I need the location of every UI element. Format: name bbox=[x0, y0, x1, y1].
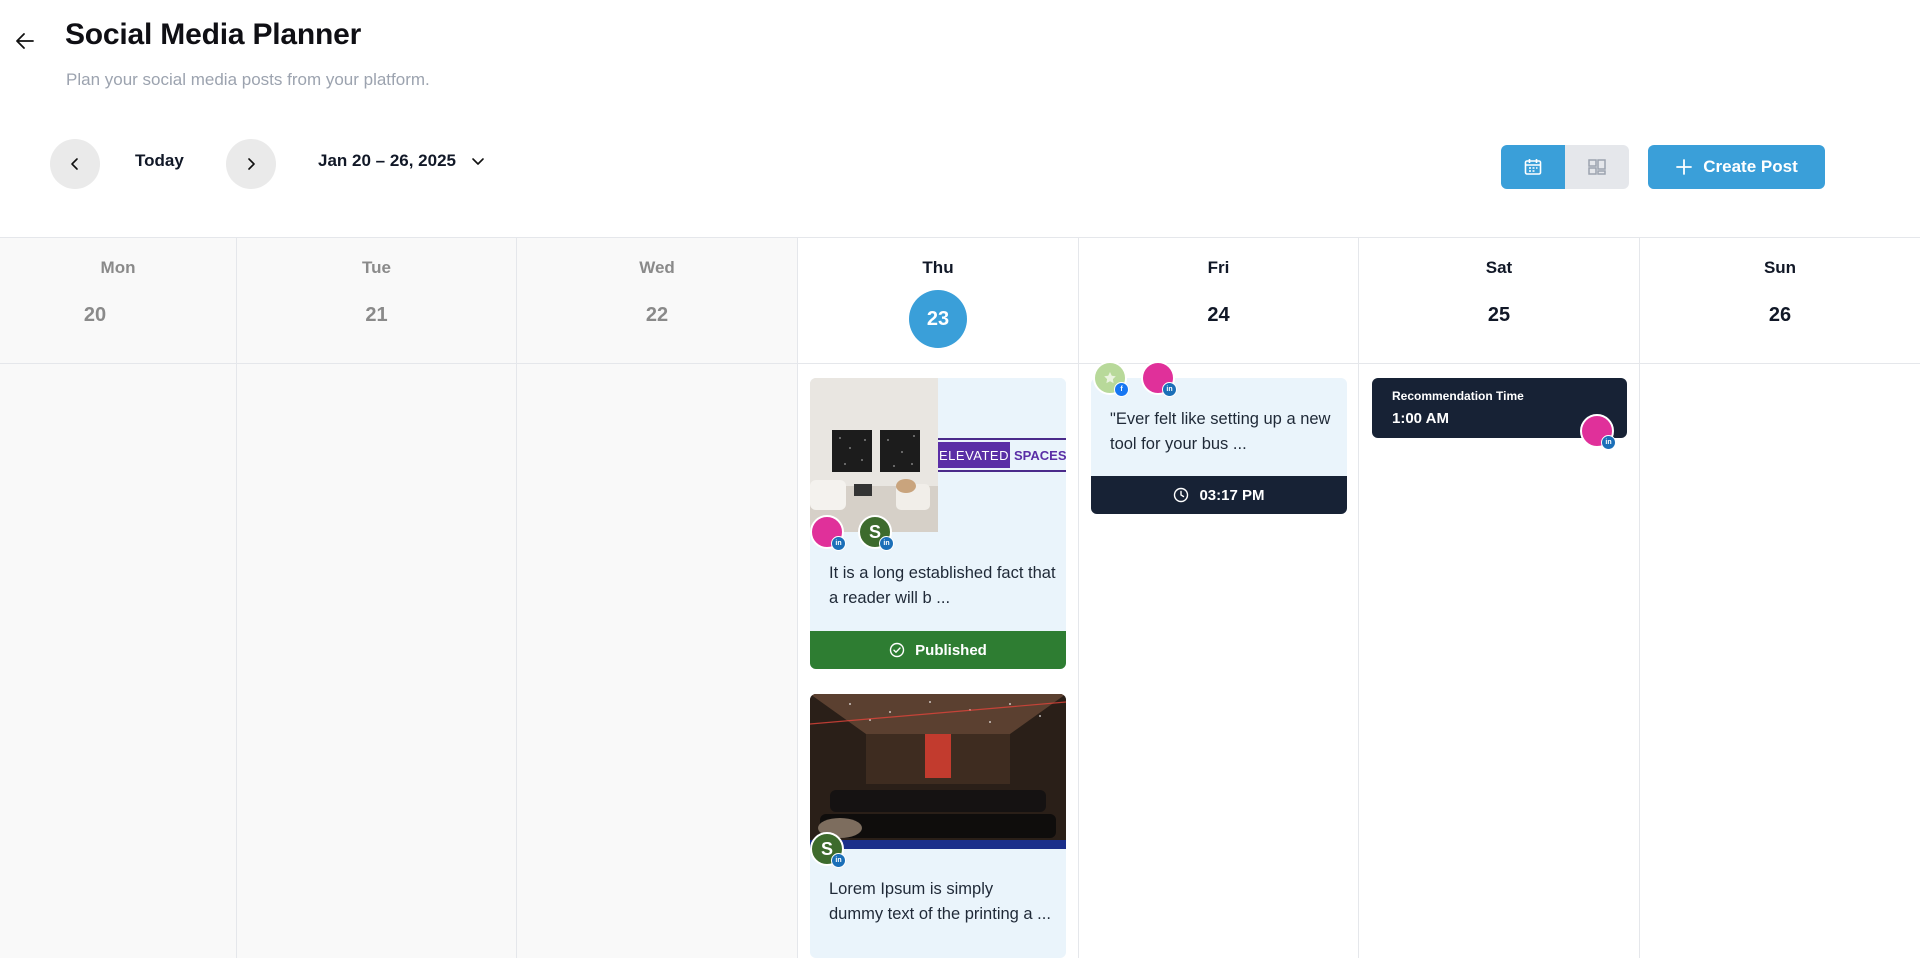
day-name: Tue bbox=[362, 258, 391, 277]
day-number: 20 bbox=[83, 304, 107, 326]
page-title: Social Media Planner bbox=[65, 18, 362, 51]
day-number: 24 bbox=[1207, 304, 1230, 326]
calendar-icon bbox=[1524, 159, 1542, 175]
date-range-select[interactable]: Jan 20 – 26, 2025 bbox=[318, 151, 486, 171]
facebook-icon: f bbox=[1114, 382, 1129, 397]
recommendation-label: Recommendation Time bbox=[1392, 389, 1524, 403]
brand-image: ELEVATED SPACES bbox=[938, 378, 1066, 532]
arrow-left-icon bbox=[16, 33, 34, 49]
linkedin-account-avatar: in bbox=[1141, 361, 1177, 397]
day-header: Thu 23 bbox=[798, 238, 1078, 364]
post-text: "Ever felt like setting up a new tool fo… bbox=[1110, 410, 1331, 453]
page-subtitle: Plan your social media posts from your p… bbox=[66, 70, 430, 89]
recommendation-time: 1:00 AM bbox=[1392, 410, 1449, 427]
next-week-button[interactable] bbox=[226, 139, 276, 189]
check-circle-icon bbox=[889, 642, 905, 658]
post-card[interactable]: ELEVATED SPACES in S in It is a long est… bbox=[810, 378, 1066, 669]
day-name: Wed bbox=[639, 258, 675, 277]
day-header: Tue 21 bbox=[237, 238, 516, 364]
linkedin-icon: in bbox=[831, 536, 846, 551]
day-header: Fri 24 bbox=[1079, 238, 1358, 364]
day-header: Mon 20 bbox=[0, 238, 236, 364]
day-column-sun[interactable]: Sun 26 bbox=[1640, 238, 1920, 958]
day-number: 25 bbox=[1487, 304, 1511, 326]
day-number: 22 bbox=[645, 304, 669, 326]
date-range-label: Jan 20 – 26, 2025 bbox=[318, 151, 457, 170]
post-image bbox=[810, 694, 1066, 849]
previous-week-button[interactable] bbox=[50, 139, 100, 189]
linkedin-account-avatar: in bbox=[810, 515, 846, 551]
linkedin-icon: in bbox=[1162, 382, 1177, 397]
create-post-button[interactable]: Create Post bbox=[1648, 145, 1825, 189]
day-header: Sun 26 bbox=[1640, 238, 1920, 364]
post-text: It is a long established fact that a rea… bbox=[829, 564, 1056, 607]
today-button[interactable]: Today bbox=[135, 151, 184, 171]
day-column-sat[interactable]: Sat 25 bbox=[1359, 238, 1640, 958]
day-number: 26 bbox=[1768, 304, 1792, 326]
today-date-badge: 23 bbox=[909, 290, 967, 348]
day-column-mon[interactable]: Mon 20 bbox=[0, 238, 237, 958]
post-image bbox=[810, 378, 938, 532]
brand-logo-text: ELEVATED bbox=[938, 442, 1010, 468]
published-status: Published bbox=[810, 631, 1066, 669]
create-post-label: Create Post bbox=[1703, 157, 1798, 176]
day-column-fri[interactable]: Fri 24 bbox=[1079, 238, 1359, 958]
day-name: Mon bbox=[100, 258, 136, 277]
day-header: Sat 25 bbox=[1359, 238, 1639, 364]
chevron-left-icon bbox=[71, 158, 78, 170]
day-number: 21 bbox=[365, 304, 388, 326]
linkedin-icon: in bbox=[879, 536, 894, 551]
day-name: Sun bbox=[1763, 258, 1797, 277]
status-label: Published bbox=[915, 641, 987, 659]
grid-icon bbox=[1588, 159, 1606, 175]
day-column-wed[interactable]: Wed 22 bbox=[517, 238, 798, 958]
star-icon bbox=[1104, 372, 1116, 384]
day-name: Sat bbox=[1485, 258, 1513, 277]
chevron-right-icon bbox=[248, 158, 255, 170]
recommendation-time-card[interactable]: Recommendation Time 1:00 AM in bbox=[1372, 378, 1627, 450]
view-toggle bbox=[1501, 145, 1629, 189]
calendar-view-button[interactable] bbox=[1501, 145, 1565, 189]
toolbar: Today Jan 20 – 26, 2025 Create Post bbox=[0, 137, 1920, 193]
grid-view-button[interactable] bbox=[1565, 145, 1629, 189]
day-header: Wed 22 bbox=[517, 238, 797, 364]
linkedin-icon: in bbox=[831, 853, 846, 868]
day-column-tue[interactable]: Tue 21 bbox=[237, 238, 517, 958]
scheduled-time: 03:17 PM bbox=[1199, 486, 1265, 504]
back-button[interactable] bbox=[10, 26, 40, 56]
linkedin-icon: in bbox=[1601, 435, 1616, 450]
post-text: Lorem Ipsum is simply dummy text of the … bbox=[829, 880, 1051, 923]
plus-icon bbox=[1676, 159, 1693, 175]
linkedin-account-avatar: S in bbox=[858, 515, 894, 551]
post-card[interactable]: S in Lorem Ipsum is simply dummy text of… bbox=[810, 694, 1066, 958]
facebook-account-avatar: f bbox=[1093, 361, 1129, 397]
day-name: Thu bbox=[922, 258, 954, 277]
clock-icon bbox=[1174, 487, 1189, 503]
post-card[interactable]: "Ever felt like setting up a new tool fo… bbox=[1091, 378, 1347, 514]
page-header: Social Media Planner Plan your social me… bbox=[0, 0, 1920, 120]
brand-logo-text: SPACES bbox=[1014, 447, 1066, 463]
linkedin-account-avatar: in bbox=[1580, 414, 1616, 450]
chevron-down-icon bbox=[472, 158, 484, 165]
scheduled-time-bar: 03:17 PM bbox=[1091, 476, 1347, 514]
day-name: Fri bbox=[1207, 258, 1230, 277]
linkedin-account-avatar: S in bbox=[810, 832, 846, 868]
